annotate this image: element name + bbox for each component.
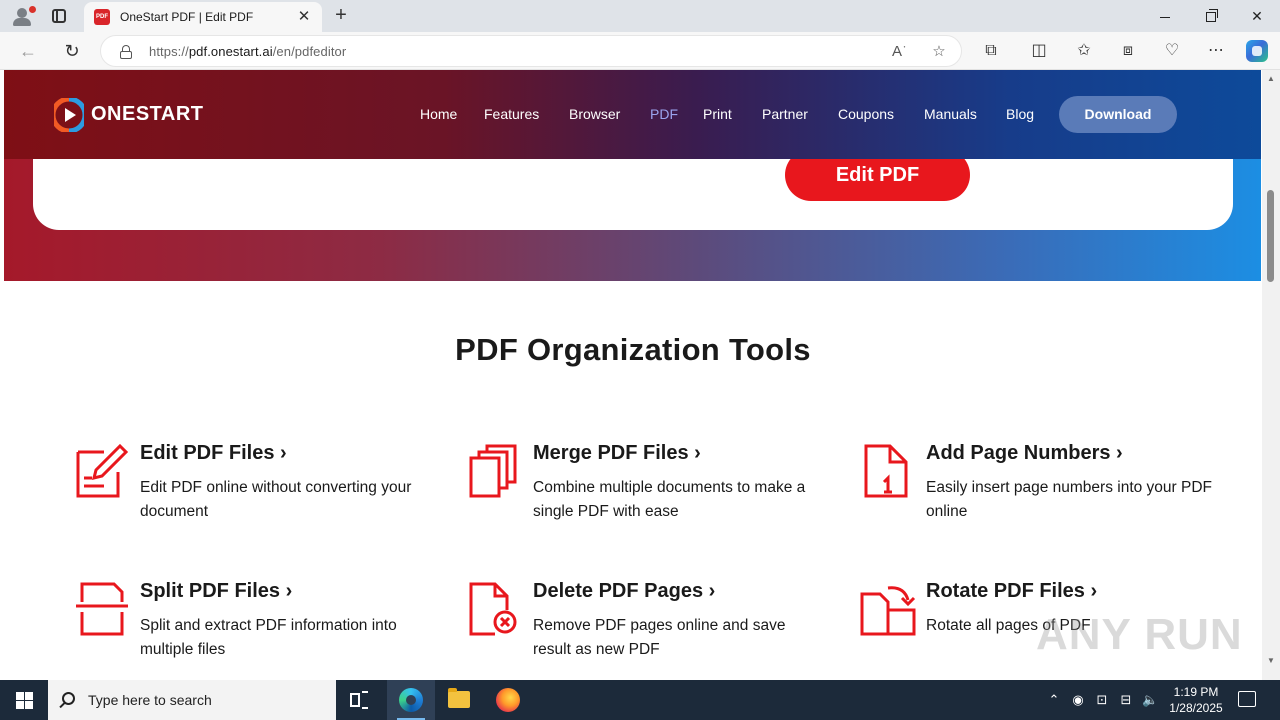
favorite-star-icon[interactable]: ☆	[929, 42, 949, 62]
browser-essentials-icon[interactable]: ♡	[1161, 40, 1183, 62]
tray-chevron-up-icon[interactable]: ⌃	[1046, 692, 1062, 708]
close-tab-icon[interactable]: ✕	[294, 7, 314, 27]
tool-description: Edit PDF online without converting your …	[140, 479, 412, 520]
nav-partner[interactable]: Partner	[762, 106, 808, 122]
page-numbers-icon	[864, 444, 908, 498]
taskbar-search-box[interactable]: Type here to search	[48, 680, 336, 720]
tool-add-page-numbers[interactable]: Add Page Numbers › Easily insert page nu…	[860, 442, 1240, 542]
anyrun-watermark: ANY RUN	[1036, 610, 1243, 659]
minimize-button[interactable]	[1142, 0, 1188, 32]
scroll-up-arrow-icon[interactable]: ▲	[1267, 74, 1275, 83]
tool-title[interactable]: Delete PDF Pages ›	[533, 580, 715, 603]
extensions-icon[interactable]: ⧉	[980, 40, 1002, 62]
split-pdf-icon	[76, 582, 128, 636]
nav-print[interactable]: Print	[703, 106, 732, 122]
nav-coupons[interactable]: Coupons	[838, 106, 894, 122]
notifications-icon[interactable]	[1238, 691, 1256, 707]
clock-time: 1:19 PM	[1173, 685, 1219, 699]
copilot-icon[interactable]	[1246, 40, 1268, 62]
new-tab-icon[interactable]: +	[330, 4, 352, 26]
edge-taskbar-icon[interactable]	[387, 680, 435, 720]
tray-app-icon[interactable]: ◉	[1070, 692, 1086, 708]
nav-manuals[interactable]: Manuals	[924, 106, 977, 122]
page-scrollbar[interactable]: ▲ ▼	[1262, 70, 1280, 680]
tool-title[interactable]: Edit PDF Files ›	[140, 442, 287, 465]
tray-device-icon[interactable]: ⊡	[1094, 692, 1110, 708]
tool-merge-pdf[interactable]: Merge PDF Files › Combine multiple docum…	[467, 442, 847, 542]
tab-onestart-pdf[interactable]: PDF OneStart PDF | Edit PDF ✕	[84, 2, 322, 32]
browser-toolbar: ← ↻ https://pdf.onestart.ai/en/pdfeditor…	[0, 32, 1280, 70]
nav-features[interactable]: Features	[484, 106, 539, 122]
tool-delete-pdf-pages[interactable]: Delete PDF Pages › Remove PDF pages onli…	[467, 580, 847, 680]
page-viewport: Edit PDF ONESTART Home Features Browser …	[0, 70, 1280, 680]
reload-icon[interactable]: ↻	[57, 36, 87, 66]
tab-title: OneStart PDF | Edit PDF	[120, 10, 254, 24]
tool-description: Combine multiple documents to make a sin…	[533, 479, 806, 520]
delete-pages-icon	[469, 582, 517, 636]
rotate-pdf-icon	[860, 586, 916, 636]
restore-button[interactable]	[1188, 0, 1234, 32]
merge-pdf-icon	[469, 444, 517, 498]
tool-title[interactable]: Merge PDF Files ›	[533, 442, 701, 465]
firefox-taskbar-icon[interactable]	[484, 680, 532, 720]
site-header: ONESTART Home Features Browser PDF Print…	[4, 70, 1261, 159]
nav-pdf[interactable]: PDF	[650, 106, 678, 122]
taskbar: Type here to search ⌃ ◉ ⊡ ⊟ 🔈 1:19 PM 1/…	[0, 680, 1280, 720]
edit-pdf-icon	[76, 443, 129, 498]
nav-blog[interactable]: Blog	[1006, 106, 1034, 122]
site-logo-text[interactable]: ONESTART	[91, 103, 204, 126]
scroll-down-arrow-icon[interactable]: ▼	[1267, 656, 1275, 665]
tool-title[interactable]: Rotate PDF Files ›	[926, 580, 1097, 603]
favorites-icon[interactable]: ✩	[1073, 40, 1095, 62]
search-placeholder: Type here to search	[88, 692, 212, 708]
download-button[interactable]: Download	[1059, 96, 1177, 133]
url-text[interactable]: https://pdf.onestart.ai/en/pdfeditor	[149, 44, 346, 59]
tool-description: Remove PDF pages online and save result …	[533, 617, 786, 658]
tool-title[interactable]: Add Page Numbers ›	[926, 442, 1123, 465]
settings-more-icon[interactable]: ⋯	[1205, 40, 1227, 62]
section-title: PDF Organization Tools	[455, 332, 811, 367]
collections-icon[interactable]: ⧈	[1117, 40, 1139, 62]
nav-home[interactable]: Home	[420, 106, 457, 122]
volume-icon[interactable]: 🔈	[1142, 692, 1158, 708]
back-icon[interactable]: ←	[13, 36, 43, 66]
tool-description: Split and extract PDF information into m…	[140, 617, 397, 658]
task-view-icon[interactable]	[336, 680, 384, 720]
tool-edit-pdf[interactable]: Edit PDF Files › Edit PDF online without…	[74, 442, 454, 542]
taskbar-clock[interactable]: 1:19 PM 1/28/2025	[1166, 684, 1226, 716]
scroll-thumb[interactable]	[1267, 190, 1274, 282]
profile-icon[interactable]	[8, 4, 36, 28]
read-aloud-icon[interactable]: A͘	[887, 42, 907, 62]
network-icon[interactable]: ⊟	[1118, 692, 1134, 708]
split-screen-icon[interactable]: ◫	[1028, 40, 1050, 62]
tool-title[interactable]: Split PDF Files ›	[140, 580, 292, 603]
tool-description: Easily insert page numbers into your PDF…	[926, 479, 1213, 520]
nav-browser[interactable]: Browser	[569, 106, 620, 122]
lock-icon[interactable]	[120, 45, 132, 59]
address-bar[interactable]: https://pdf.onestart.ai/en/pdfeditor A͘ …	[100, 35, 962, 67]
windows-start-icon[interactable]	[0, 680, 48, 720]
search-icon	[62, 692, 75, 705]
close-window-button[interactable]: ✕	[1234, 0, 1280, 32]
clock-date: 1/28/2025	[1169, 701, 1223, 715]
tool-split-pdf[interactable]: Split PDF Files › Split and extract PDF …	[74, 580, 454, 680]
file-explorer-icon[interactable]	[435, 680, 483, 720]
onestart-logo-icon[interactable]	[54, 98, 84, 132]
pdf-favicon-icon: PDF	[94, 9, 110, 25]
tab-actions-icon[interactable]	[48, 6, 70, 26]
tab-strip: PDF OneStart PDF | Edit PDF ✕ + ✕	[0, 0, 1280, 32]
